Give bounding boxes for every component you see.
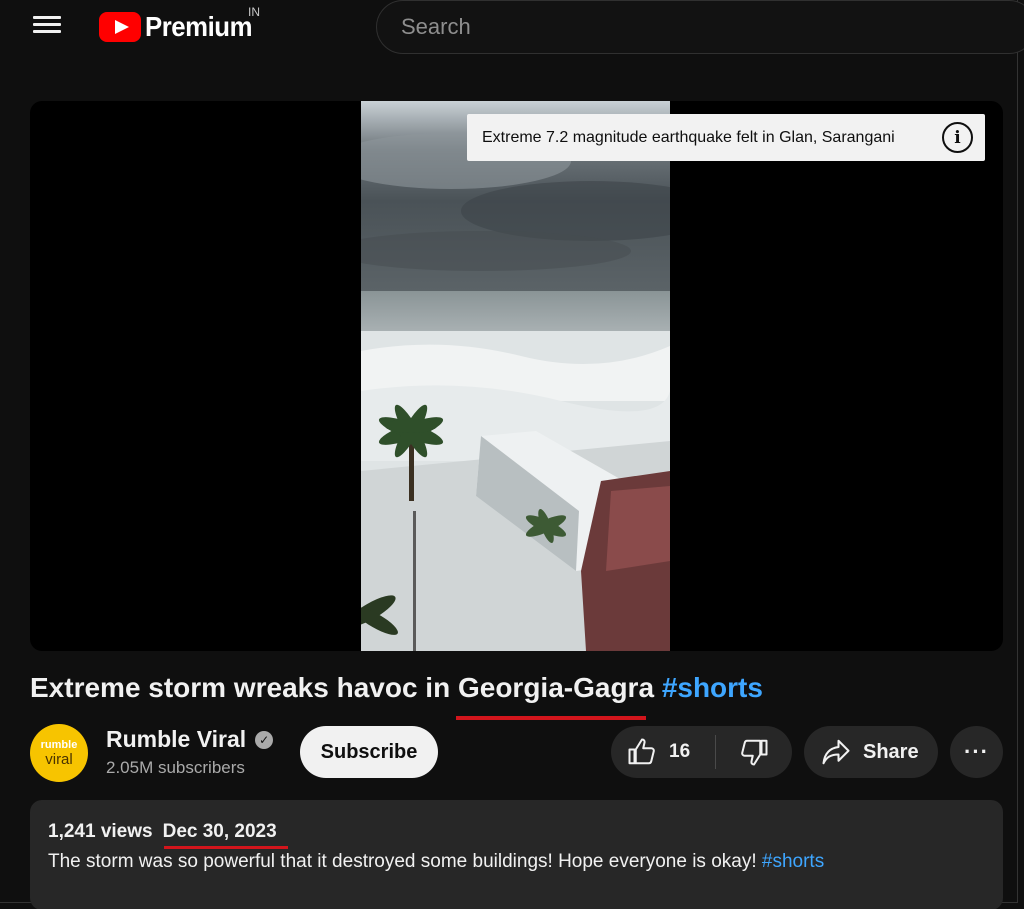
title-hashtag-link[interactable]: #shorts [662, 672, 763, 703]
channel-name: Rumble Viral [106, 726, 247, 752]
verified-check-icon: ✓ [255, 730, 274, 749]
video-meta: 1,241 views Dec 30, 2023 [48, 821, 277, 843]
annotation-underline-date [164, 846, 288, 849]
logo-text: Premium [145, 11, 253, 42]
more-icon: ··· [964, 739, 989, 764]
youtube-play-icon [99, 12, 141, 42]
search-input[interactable] [377, 1, 977, 53]
video-frame[interactable] [361, 101, 670, 651]
upload-date: Dec 30, 2023 [162, 821, 277, 842]
search-box[interactable] [376, 0, 1024, 54]
page-frame: Premium IN Search Extreme 7.2 magnitude … [0, 0, 1024, 909]
share-arrow-icon [822, 739, 850, 765]
video-title: Extreme storm wreaks havoc in Georgia-Ga… [30, 672, 763, 704]
share-label: Share [863, 740, 919, 763]
description-body: The storm was so powerful that it destro… [48, 851, 762, 872]
menu-icon[interactable] [30, 12, 64, 42]
description-hashtag-link[interactable]: #shorts [762, 851, 824, 872]
annotation-underline-title [456, 716, 646, 720]
dislike-button[interactable] [716, 726, 792, 778]
channel-avatar[interactable]: rumble viral [30, 724, 88, 782]
thumbs-up-icon [628, 738, 655, 765]
thumbs-down-icon [741, 739, 768, 766]
storm-video-image [361, 101, 670, 651]
video-title-text: Extreme storm wreaks havoc in Georgia-Ga… [30, 672, 655, 703]
like-button[interactable]: 16 [611, 726, 715, 778]
like-dislike-group: 16 [611, 726, 792, 778]
channel-name-link[interactable]: Rumble Viral ✓ [106, 726, 274, 753]
subscribe-button[interactable]: Subscribe [300, 726, 438, 778]
avatar-line1: rumble [40, 738, 78, 751]
info-icon[interactable]: i [942, 122, 973, 153]
view-count: 1,241 views [48, 821, 153, 842]
youtube-premium-logo[interactable]: Premium [99, 10, 261, 44]
like-count: 16 [669, 741, 691, 762]
share-button[interactable]: Share [804, 726, 938, 778]
description-text: The storm was so powerful that it destro… [48, 851, 824, 873]
info-panel-text: Extreme 7.2 magnitude earthquake felt in… [482, 128, 895, 146]
avatar-line2: viral [45, 750, 73, 768]
country-code: IN [248, 5, 260, 19]
info-panel[interactable]: Extreme 7.2 magnitude earthquake felt in… [467, 114, 985, 161]
video-player[interactable]: Extreme 7.2 magnitude earthquake felt in… [30, 101, 1003, 651]
more-actions-button[interactable]: ··· [950, 726, 1003, 778]
subscriber-count: 2.05M subscribers [106, 758, 245, 777]
description-box[interactable]: 1,241 views Dec 30, 2023 The storm was so… [30, 800, 1003, 909]
